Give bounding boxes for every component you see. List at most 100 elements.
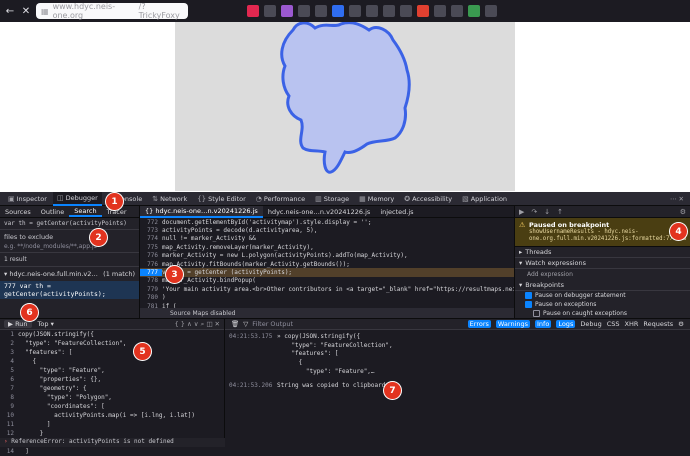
back-arrow-icon[interactable]: ← — [4, 6, 16, 17]
extension-icon[interactable] — [315, 5, 327, 17]
section-watch[interactable]: ▾ Watch expressions — [515, 258, 690, 270]
tab-performance[interactable]: ◔ Performance — [252, 192, 309, 206]
extension-icon[interactable] — [366, 5, 378, 17]
line-number[interactable]: 772 — [140, 219, 162, 226]
paused-detail[interactable]: showUsernameResults - hdyc.neis-one.org.… — [529, 229, 687, 243]
console-code-line[interactable]: 6 "properties": {}, — [0, 375, 224, 384]
tab-application[interactable]: ▧ Application — [458, 192, 511, 206]
source-maps-status[interactable]: Source Maps disabled — [170, 310, 235, 317]
section-breakpoints[interactable]: ▾ Breakpoints — [515, 280, 690, 292]
line-number[interactable]: 776 — [140, 261, 162, 268]
code-line[interactable]: 778 marker_Activity.bindPopup( — [140, 277, 514, 285]
gear-icon[interactable]: ⚙ — [678, 320, 684, 328]
code-line[interactable]: 775 map_Activity.removeLayer(marker_Activ… — [140, 243, 514, 251]
filter-xhr[interactable]: XHR — [625, 320, 639, 328]
console-code-line[interactable]: 4 { — [0, 357, 224, 366]
extension-icon[interactable] — [281, 5, 293, 17]
filter-info[interactable]: Info — [535, 320, 552, 328]
code-line[interactable]: 773 activityPoints = decode(d.activityare… — [140, 226, 514, 234]
editor-tab[interactable]: {} hdyc.neis-one…n.v20241226.js — [140, 205, 263, 218]
code-line[interactable]: 780) — [140, 294, 514, 302]
extension-icon[interactable] — [332, 5, 344, 17]
subtab-search[interactable]: Search — [69, 207, 102, 217]
code-line[interactable]: 779 'Your main activity area.<br>Other c… — [140, 285, 514, 293]
line-number[interactable]: 779 — [140, 286, 162, 293]
pause-debugger-checkbox[interactable]: Pause on debugger statement — [515, 291, 690, 300]
filter-requests[interactable]: Requests — [643, 320, 673, 328]
search-input[interactable]: var th = getCenter(activityPoints) — [0, 218, 139, 230]
more-options-icon[interactable]: ⋯ ✕ — [670, 195, 690, 203]
line-number[interactable]: 775 — [140, 244, 162, 251]
log-text[interactable]: » copy(JSON.stringify({ "type": "Feature… — [277, 333, 393, 376]
line-number[interactable]: 776 — [140, 252, 162, 259]
pause-caught-checkbox[interactable]: Pause on caught exceptions — [515, 309, 690, 318]
extension-icon[interactable] — [298, 5, 310, 17]
extension-icon[interactable] — [349, 5, 361, 17]
extension-icon[interactable] — [434, 5, 446, 17]
console-code-line[interactable]: 14 ] — [0, 447, 224, 456]
extension-icon[interactable] — [383, 5, 395, 17]
filter-css[interactable]: CSS — [607, 320, 620, 328]
extension-icon[interactable] — [264, 5, 276, 17]
trash-icon[interactable]: 🗑 — [231, 320, 239, 328]
section-threads[interactable]: ▸ Threads — [515, 247, 690, 259]
console-code-line[interactable]: 2 "type": "FeatureCollection", — [0, 339, 224, 348]
extension-icon[interactable] — [400, 5, 412, 17]
result-file-row[interactable]: ▾ hdyc.neis-one.full.min.v2… (1 match) — [0, 267, 139, 281]
extension-icon[interactable] — [468, 5, 480, 17]
console-code-line[interactable]: 3 "features": [ — [0, 348, 224, 357]
filter-warnings[interactable]: Warnings — [495, 320, 531, 328]
editor-tab[interactable]: hdyc.neis-one…n.v20241226.js — [263, 206, 375, 218]
tab-storage[interactable]: ▥ Storage — [311, 192, 353, 206]
console-code-line[interactable]: 1 copy(JSON.stringify({ — [0, 330, 224, 339]
console-code-line[interactable]: 7 "geometry": { — [0, 384, 224, 393]
code-line[interactable]: 772 document.getElementById('activitymap'… — [140, 218, 514, 226]
step-over-icon[interactable]: ↷ — [531, 208, 537, 216]
resume-icon[interactable]: ▶ — [519, 208, 524, 216]
extension-icon[interactable] — [417, 5, 429, 17]
step-in-icon[interactable]: ↓ — [544, 208, 550, 216]
activity-area-polygon[interactable] — [280, 21, 411, 174]
console-code-line[interactable]: 5 "type": "Feature", — [0, 366, 224, 375]
url-bar[interactable]: ▦ www.hdyc.neis-one.org /?TrickyFoxy — [36, 2, 188, 20]
console-code-line[interactable]: 9 "coordinates": [ — [0, 402, 224, 411]
code-line[interactable]: 776 map_Activity.fitBounds(marker_Activit… — [140, 260, 514, 268]
subtab-outline[interactable]: Outline — [36, 208, 70, 216]
filter-errors[interactable]: Errors — [467, 320, 491, 328]
filter-logs[interactable]: Logs — [556, 320, 576, 328]
settings-icon[interactable]: ⚙ — [680, 208, 690, 216]
search-result-line[interactable]: 777 var th = getCenter(activityPoints); — [0, 281, 139, 299]
run-button[interactable]: ▶ Run — [4, 320, 32, 328]
tab-memory[interactable]: ▦ Memory — [355, 192, 398, 206]
scope-select[interactable]: Top ▾ — [38, 320, 54, 328]
tab-network[interactable]: ⇅ Network — [148, 192, 191, 206]
filter-input[interactable]: Filter Output — [252, 320, 293, 328]
exclude-input[interactable]: e.g. **/node_modules/**,app.js — [0, 241, 139, 253]
subtab-sources[interactable]: Sources — [0, 208, 36, 216]
console-code-line[interactable]: 8 "type": "Polygon", — [0, 393, 224, 402]
console-code-line[interactable]: 10 activityPoints.map(i => [i.lng, i.lat… — [0, 411, 224, 420]
add-expression-input[interactable]: Add expression — [515, 269, 690, 280]
editor-tab[interactable]: injected.js — [375, 206, 418, 218]
line-number[interactable]: 780 — [140, 294, 162, 301]
tab-style-editor[interactable]: {} Style Editor — [193, 192, 250, 206]
tab-debugger[interactable]: ◫ Debugger — [52, 191, 102, 206]
code-line[interactable]: 776 marker_Activity = new L.polygon(activ… — [140, 252, 514, 260]
log-text[interactable]: String was copied to clipboard. — [277, 382, 389, 391]
line-number[interactable]: 777 — [140, 269, 162, 277]
filter-debug[interactable]: Debug — [580, 320, 601, 328]
step-out-icon[interactable]: ↑ — [557, 208, 563, 216]
pause-exceptions-checkbox[interactable]: Pause on exceptions — [515, 300, 690, 309]
tab-inspector[interactable]: ▣ Inspector — [4, 192, 51, 206]
extension-icon[interactable] — [485, 5, 497, 17]
tab-accessibility[interactable]: ✪ Accessibility — [400, 192, 456, 206]
code-line[interactable]: 774 null != marker_Activity && — [140, 235, 514, 243]
code-line[interactable]: 777 var th = getCenter (activityPoints); — [140, 268, 514, 277]
console-code-line[interactable]: 12 } — [0, 429, 224, 438]
extension-icon[interactable] — [247, 5, 259, 17]
close-icon[interactable]: ✕ — [20, 6, 32, 17]
activity-map[interactable] — [175, 21, 515, 191]
line-number[interactable]: 774 — [140, 235, 162, 242]
extension-icon[interactable] — [451, 5, 463, 17]
console-editor-controls[interactable]: { } ∧ ∨ ⌕ ◫ ✕ — [175, 320, 224, 329]
